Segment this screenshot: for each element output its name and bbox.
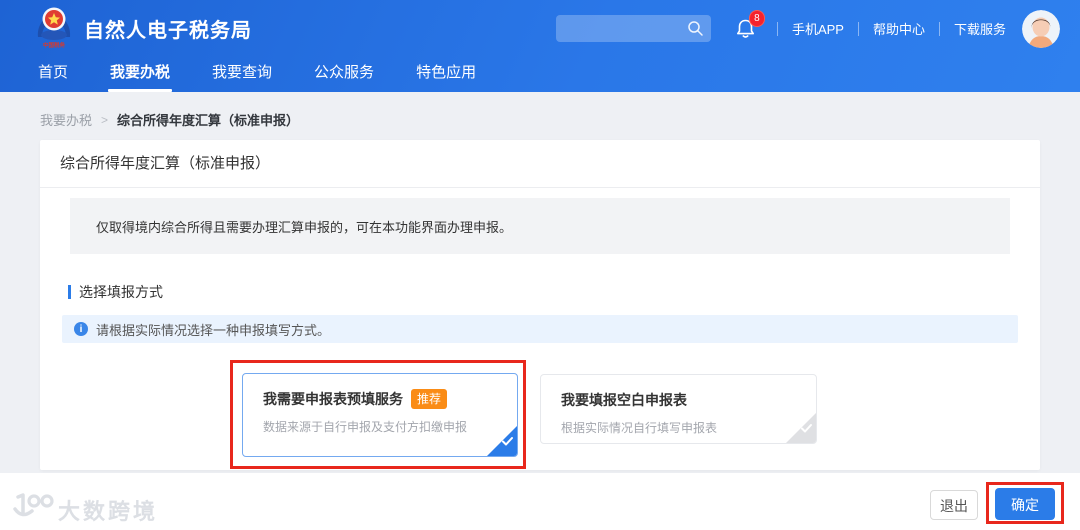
watermark-text: 大数跨境 <box>58 498 159 524</box>
search-icon[interactable] <box>687 20 704 42</box>
notice-box: 仅取得境内综合所得且需要办理汇算申报的，可在本功能界面办理申报。 <box>70 198 1010 254</box>
nav-item-tax-handling[interactable]: 我要办税 <box>108 61 173 92</box>
app-header: 中国税务 自然人电子税务局 8 手机APP 帮助中心 下载服务 首页 我要办税 … <box>0 0 1080 92</box>
header-divider <box>857 21 859 36</box>
notification-bell[interactable]: 8 <box>735 9 765 41</box>
notice-text: 仅取得境内综合所得且需要办理汇算申报的，可在本功能界面办理申报。 <box>96 219 513 235</box>
header-divider <box>776 21 778 36</box>
exit-button[interactable]: 退出 <box>930 490 978 520</box>
nav-item-query[interactable]: 我要查询 <box>210 61 274 92</box>
app-title: 自然人电子税务局 <box>84 20 252 42</box>
option-description: 根据实际情况自行填写申报表 <box>561 421 718 435</box>
link-download-service[interactable]: 下载服务 <box>954 19 1006 38</box>
footer-bar: 大数跨境 退出 确定 <box>0 473 1080 530</box>
user-avatar[interactable] <box>1022 9 1060 48</box>
tax-emblem-logo-icon: 中国税务 <box>34 4 74 53</box>
link-mobile-app[interactable]: 手机APP <box>792 19 844 38</box>
confirm-button[interactable]: 确定 <box>995 488 1055 520</box>
option-content: 我需要申报表预填服务 推荐 数据来源于自行申报及支付方扣缴申报 <box>243 374 517 435</box>
option-blank-form[interactable]: 我要填报空白申报表 根据实际情况自行填写申报表 <box>540 374 817 444</box>
watermark: 大数跨境 <box>12 493 158 526</box>
breadcrumb: 我要办税 > 综合所得年度汇算（标准申报） <box>40 110 299 129</box>
breadcrumb-parent[interactable]: 我要办税 <box>40 110 92 129</box>
check-icon <box>800 421 813 439</box>
recommended-badge: 推荐 <box>411 389 448 409</box>
section-header: 选择填报方式 <box>68 282 1040 302</box>
header-divider <box>938 21 940 36</box>
nav-item-home[interactable]: 首页 <box>36 61 70 92</box>
option-prefilled-service[interactable]: 我需要申报表预填服务 推荐 数据来源于自行申报及支付方扣缴申报 <box>242 373 518 457</box>
main-nav: 首页 我要办税 我要查询 公众服务 特色应用 <box>0 57 1080 92</box>
check-icon <box>501 434 514 452</box>
option-title: 我需要申报表预填服务 <box>263 391 403 407</box>
svg-text:中国税务: 中国税务 <box>43 41 66 48</box>
tip-banner: i 请根据实际情况选择一种申报填写方式。 <box>62 315 1018 343</box>
tip-text: 请根据实际情况选择一种申报填写方式。 <box>96 322 331 338</box>
option-description: 数据来源于自行申报及支付方扣缴申报 <box>263 420 468 434</box>
option-content: 我要填报空白申报表 根据实际情况自行填写申报表 <box>541 375 816 436</box>
nav-item-public-service[interactable]: 公众服务 <box>312 61 376 92</box>
watermark-logo-icon <box>12 493 54 526</box>
info-icon: i <box>74 322 88 336</box>
breadcrumb-separator: > <box>101 112 109 127</box>
search-input[interactable] <box>563 15 686 44</box>
link-help-center[interactable]: 帮助中心 <box>873 19 925 38</box>
main-card: 综合所得年度汇算（标准申报） 仅取得境内综合所得且需要办理汇算申报的，可在本功能… <box>40 140 1040 470</box>
nav-item-featured-apps[interactable]: 特色应用 <box>414 61 478 92</box>
header-top-row: 中国税务 自然人电子税务局 8 手机APP 帮助中心 下载服务 <box>0 0 1080 57</box>
screen: 中国税务 自然人电子税务局 8 手机APP 帮助中心 下载服务 首页 我要办税 … <box>0 0 1080 530</box>
breadcrumb-current: 综合所得年度汇算（标准申报） <box>117 113 300 128</box>
search-box[interactable] <box>555 15 711 44</box>
page-title: 综合所得年度汇算（标准申报） <box>40 140 1040 188</box>
section-accent-bar <box>68 285 71 299</box>
option-title: 我要填报空白申报表 <box>561 392 687 408</box>
section-title: 选择填报方式 <box>79 284 163 300</box>
notification-badge: 8 <box>748 9 765 27</box>
